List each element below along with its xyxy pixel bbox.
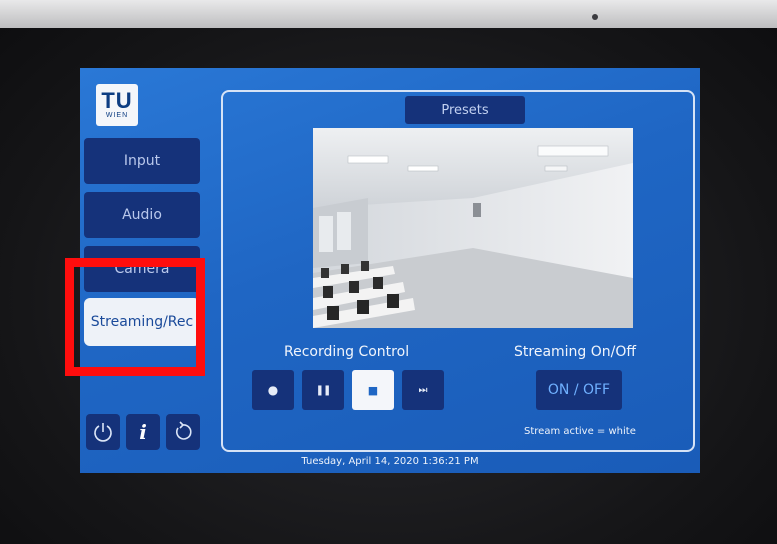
camera-preview [313,128,633,328]
reset-button[interactable] [166,414,200,450]
streaming-title: Streaming On/Off [514,344,637,360]
stream-toggle-label: ON / OFF [547,382,611,398]
recording-control-title: Recording Control [284,344,410,360]
tu-wien-logo: TU WIEN [96,84,138,126]
device-camera [592,14,598,20]
stop-button[interactable]: ■ [352,370,394,410]
device-top-edge [0,0,777,28]
power-icon [94,423,112,442]
stop-icon: ■ [367,383,379,397]
pause-icon: ❚❚ [315,384,332,396]
stream-status-note: Stream active = white [524,426,636,437]
info-button[interactable]: i [126,414,160,450]
nav-input-button[interactable]: Input [84,138,200,184]
pause-button[interactable]: ❚❚ [302,370,344,410]
stream-toggle-button[interactable]: ON / OFF [536,370,622,410]
nav-input-label: Input [123,153,161,169]
nav-audio-label: Audio [122,207,162,223]
record-icon: ● [267,383,279,397]
power-button[interactable] [86,414,120,450]
skip-button[interactable]: ⏭ [402,370,444,410]
skip-icon: ⏭ [418,384,428,396]
classroom-image [313,128,633,328]
nav-audio-button[interactable]: Audio [84,192,200,238]
logo-tu-text: TU [101,87,133,113]
presets-button[interactable]: Presets [405,96,525,124]
record-button[interactable]: ● [252,370,294,410]
logo-wien-text: WIEN [105,111,129,119]
info-icon: i [139,420,147,444]
presets-label: Presets [441,102,489,118]
red-highlight-box [65,258,205,376]
footer-datetime: Tuesday, April 14, 2020 1:36:21 PM [301,456,479,467]
reset-icon [175,421,192,440]
